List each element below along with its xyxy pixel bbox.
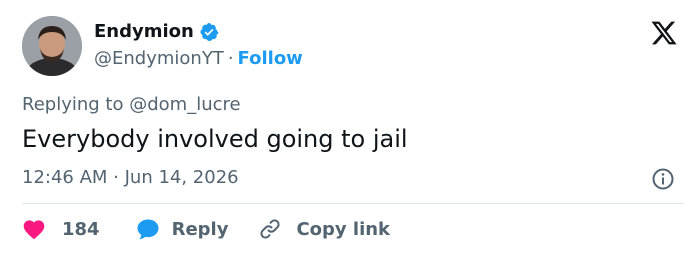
- like-button[interactable]: 184: [22, 218, 100, 240]
- tweet-text: Everybody involved going to jail: [22, 125, 408, 153]
- copy-link-button[interactable]: Copy link: [258, 217, 390, 241]
- replying-mention-link[interactable]: @dom_lucre: [129, 94, 240, 115]
- x-logo-icon[interactable]: [650, 19, 678, 47]
- avatar-image: [22, 16, 82, 76]
- replying-prefix: Replying to: [22, 94, 124, 115]
- action-bar: 184 Reply Copy link: [22, 217, 390, 241]
- copy-link-label: Copy link: [296, 218, 391, 240]
- author-handle-row: @EndymionYT · Follow: [94, 48, 303, 70]
- verified-badge-icon: [200, 23, 219, 41]
- reply-label: Reply: [171, 218, 229, 240]
- author-name[interactable]: Endymion: [94, 21, 194, 43]
- link-icon: [260, 219, 280, 239]
- heart-icon: [23, 220, 45, 240]
- replying-to-line: Replying to @dom_lucre: [22, 93, 241, 117]
- reply-bubble-icon: [137, 219, 159, 240]
- handle-separator: ·: [227, 48, 234, 69]
- reply-button[interactable]: Reply: [136, 217, 229, 241]
- like-count: 184: [62, 218, 100, 240]
- avatar[interactable]: [22, 16, 82, 76]
- author-handle[interactable]: @EndymionYT: [94, 48, 224, 69]
- info-icon[interactable]: [651, 167, 675, 191]
- follow-button[interactable]: Follow: [238, 48, 303, 69]
- divider: [22, 203, 684, 204]
- author-name-row: Endymion: [94, 21, 219, 43]
- tweet-timestamp[interactable]: 12:46 AM · Jun 14, 2026: [22, 166, 239, 190]
